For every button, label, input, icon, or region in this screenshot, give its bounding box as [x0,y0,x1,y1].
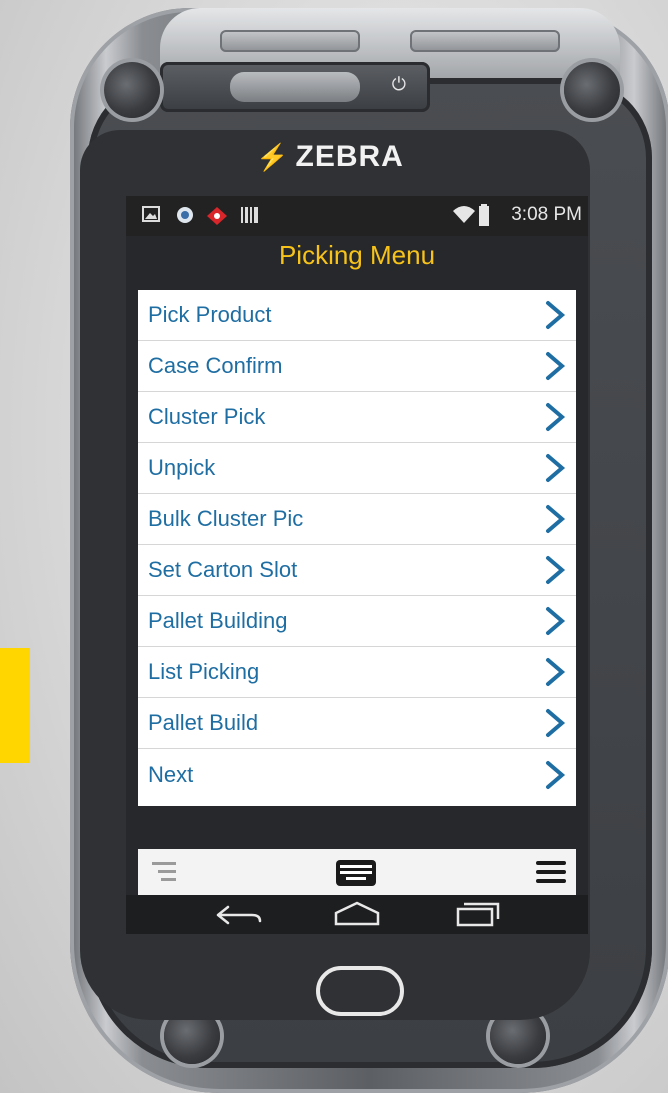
keyboard-icon[interactable] [336,860,376,886]
barcode-icon [240,206,260,230]
menu-item-label: Case Confirm [148,353,283,378]
top-slot-left [220,30,360,52]
menu-item-bulk-cluster-pic[interactable]: Bulk Cluster Pic [138,494,576,545]
chevron-right-icon [546,505,566,533]
android-nav-bar [126,895,588,934]
status-bar: 3:08 PM [126,196,588,236]
chevron-right-icon [546,556,566,584]
menu-item-set-carton-slot[interactable]: Set Carton Slot [138,545,576,596]
power-icon: ⏻ [391,74,406,94]
menu-item-pallet-build[interactable]: Pallet Build [138,698,576,749]
chevron-right-icon [546,760,566,789]
menu-item-label: Pallet Build [148,710,259,735]
hamburger-menu-icon[interactable] [536,859,566,885]
battery-icon [478,204,490,232]
menu-item-unpick[interactable]: Unpick [138,443,576,494]
menu-item-label: Cluster Pick [148,404,266,429]
menu-item-label: Pallet Building [148,608,288,633]
screw-top-right [564,62,620,118]
menu-item-pick-product[interactable]: Pick Product [138,290,576,341]
page-title: Picking Menu [278,240,436,270]
menu-item-label: List Picking [148,659,260,684]
top-slot-right [410,30,560,52]
menu-item-label: Pick Product [148,302,272,327]
alert-diamond-icon [206,206,228,232]
menu-item-list-picking[interactable]: List Picking [138,647,576,698]
menu-item-label: Next [148,761,194,787]
bottom-toolbar [138,849,576,895]
home-icon[interactable] [332,901,382,927]
device-screen: 3:08 PM Picking Menu Pick Product Case C… [126,196,588,934]
screw-top-left [104,62,160,118]
chevron-right-icon [546,709,566,737]
brand-name: ZEBRA [295,140,404,173]
brand-logo: ⚡ ZEBRA [200,140,460,174]
picking-menu-list: Pick Product Case Confirm Cluster Pick U… [138,290,576,806]
chevron-right-icon [546,301,566,329]
chevron-right-icon [546,607,566,635]
left-menu-icon[interactable] [152,859,178,885]
menu-item-label: Set Carton Slot [148,557,298,582]
scan-trigger-button[interactable]: ⏻ [160,62,430,112]
recents-icon[interactable] [452,901,502,927]
back-icon[interactable] [214,901,264,927]
zebra-logo-icon: ⚡ [256,142,290,172]
menu-item-next[interactable]: Next [138,749,576,800]
chevron-right-icon [546,658,566,686]
image-icon [142,206,160,228]
menu-item-label: Bulk Cluster Pic [148,506,304,531]
chevron-right-icon [546,403,566,431]
menu-item-pallet-building[interactable]: Pallet Building [138,596,576,647]
status-time: 3:08 PM [511,204,582,225]
hardware-home-button[interactable] [316,966,404,1016]
yellow-accent-strip [0,648,30,763]
menu-item-cluster-pick[interactable]: Cluster Pick [138,392,576,443]
menu-item-case-confirm[interactable]: Case Confirm [138,341,576,392]
chevron-right-icon [546,454,566,482]
menu-item-label: Unpick [148,455,216,480]
chevron-right-icon [546,352,566,380]
app-icon [176,206,194,230]
scan-trigger-center [230,72,360,102]
wifi-icon [452,205,476,231]
